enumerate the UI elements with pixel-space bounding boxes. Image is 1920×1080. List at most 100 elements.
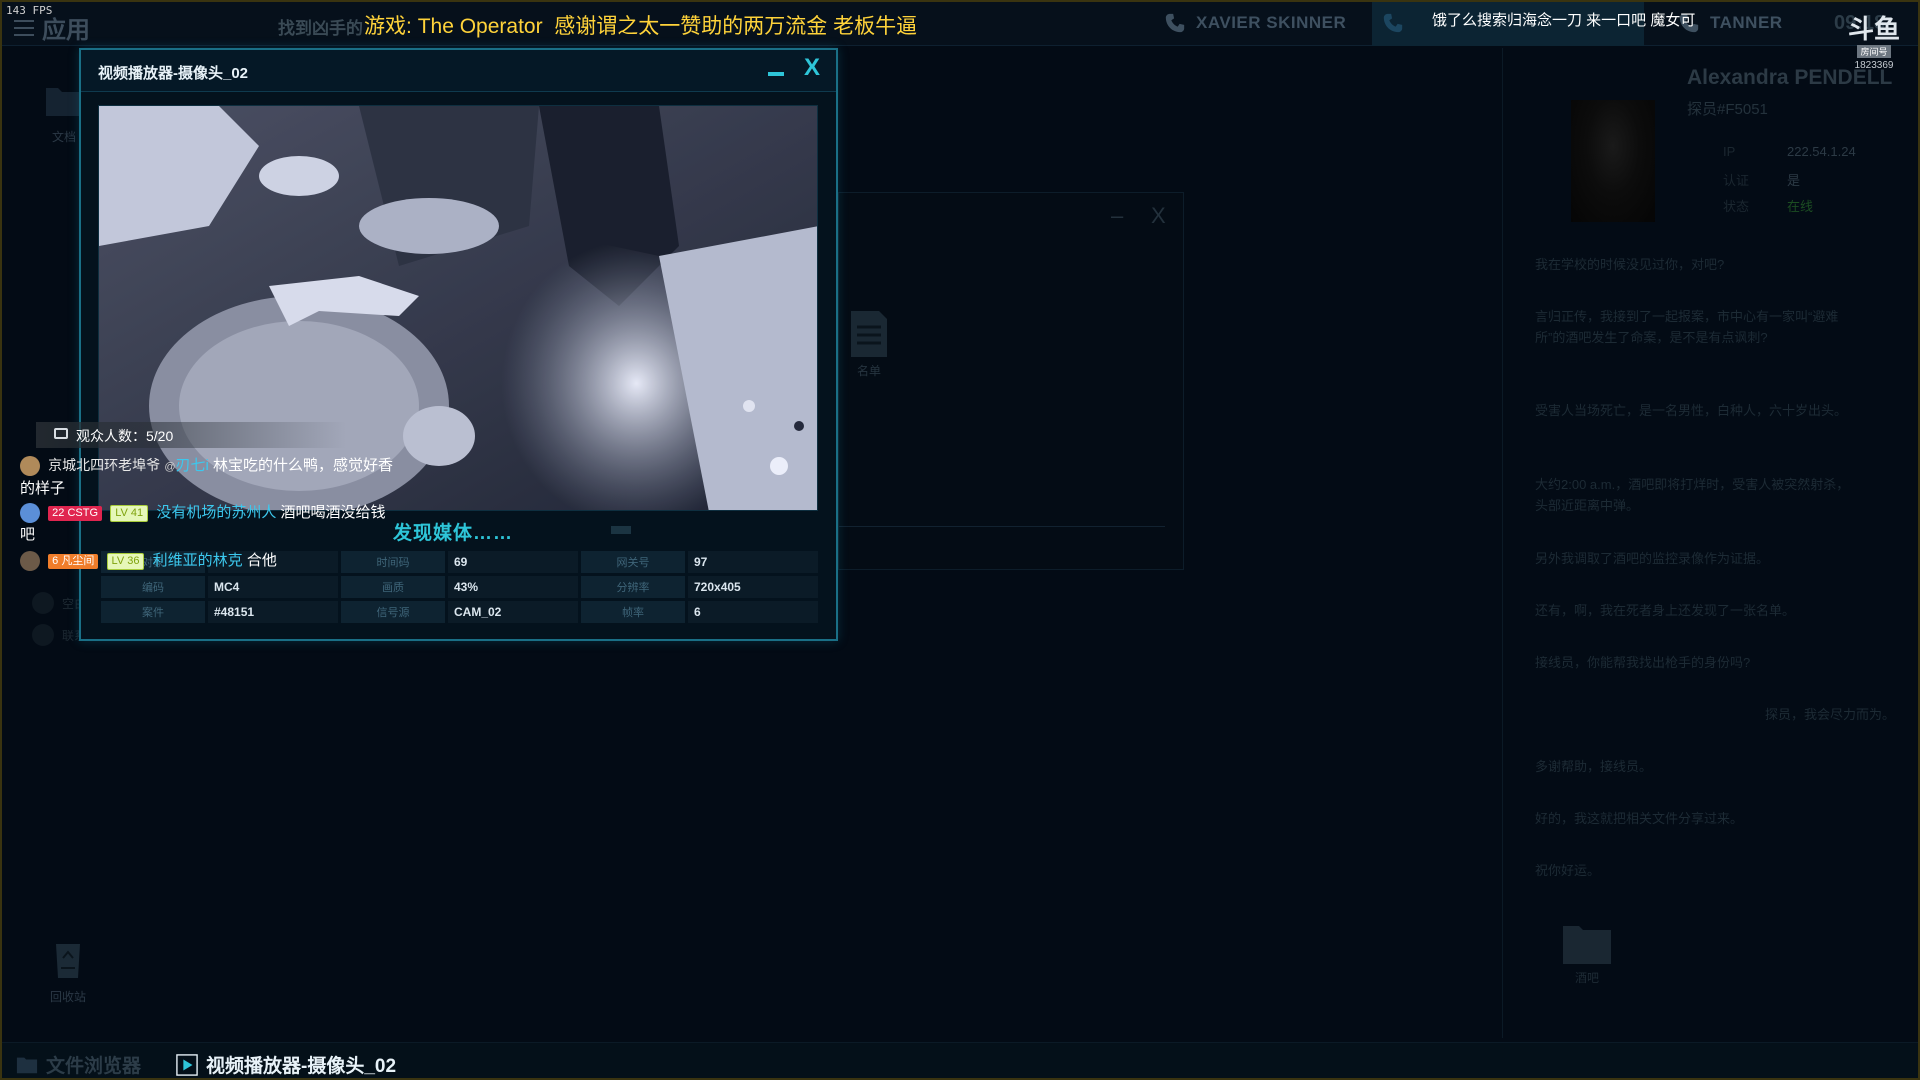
level-badge: LV 36 (106, 552, 145, 570)
phone-icon (1382, 12, 1404, 34)
info-key: 信号源 (341, 601, 445, 623)
info-value: 43% (448, 576, 578, 598)
taskbar-item-video-player[interactable]: 视频播放器-摄像头_02 (176, 1051, 396, 1078)
minimize-button[interactable] (766, 56, 790, 84)
fan-badge-name: 凡尘间 (61, 554, 95, 567)
chat-message: 祝你好运。 (1535, 863, 1601, 878)
field-value: 在线 (1787, 199, 1814, 214)
hamburger-icon (14, 19, 34, 36)
info-value: 720x405 (688, 576, 818, 598)
recycle-bin-icon (46, 938, 90, 982)
taskbar-label: 视频播放器-摄像头_02 (206, 1056, 397, 1077)
window-title: 视频播放器-摄像头_02 (98, 65, 249, 82)
info-key: 网关号 (581, 551, 685, 573)
profile-field: 认证 是 (1723, 170, 1800, 189)
close-button[interactable]: X (804, 54, 820, 82)
info-value: 6 (688, 601, 818, 623)
marquee-game: The Operator (417, 15, 543, 38)
chat-message-self: 探员，我会尽力而为。 (1764, 707, 1895, 722)
avatar (20, 456, 40, 477)
divider (839, 526, 1165, 527)
contact-name: XAVIER SKINNER (1196, 13, 1347, 32)
background-window[interactable]: – X 名单 (838, 192, 1184, 570)
chat-message: 另外我调取了酒吧的监控录像作为证据。 (1535, 551, 1770, 566)
field-label: 认证 (1723, 173, 1750, 188)
avatar (20, 551, 40, 572)
viewer-count-text: 观众人数：5/20 (76, 428, 174, 444)
desktop-icon-recycle-bin[interactable]: 回收站 (42, 938, 94, 1005)
chat-username: 京城北四环老埠爷 (48, 457, 161, 473)
fan-badge: 6 凡尘间 (48, 553, 99, 569)
info-key: 画质 (341, 576, 445, 598)
play-icon (176, 1053, 198, 1076)
contact-id: 探员#F5051 (1687, 101, 1768, 118)
window-titlebar[interactable]: 视频播放器-摄像头_02 X (81, 50, 836, 92)
chat-message: 受害人当场死亡，是一名男性，白种人，六十岁出头。 (1535, 403, 1848, 418)
circle-icon (32, 624, 54, 646)
desktop-screen: 143 FPS 应用 找到凶手的 游戏: The Operator 感谢谓之太一… (0, 0, 1920, 1080)
shared-folder[interactable]: 酒吧 (1557, 918, 1617, 986)
circle-icon (32, 592, 54, 614)
chat-line: 京城北四环老埠爷 @刃七i 林宝吃的什么鸭，感觉好香的样子 (20, 454, 400, 500)
chat-message: 我在学校的时候没见过你，对吧? (1535, 257, 1725, 272)
minimize-icon (768, 72, 784, 76)
top-bar: 143 FPS 应用 找到凶手的 游戏: The Operator 感谢谓之太一… (2, 2, 1918, 71)
media-status: 发现媒体…… (393, 523, 514, 544)
file-item[interactable]: 名单 (839, 309, 899, 379)
info-row: 案件 #48151 信号源 CAM_02 帧率 6 (101, 601, 818, 623)
info-value: CAM_02 (448, 601, 578, 623)
field-label: IP (1723, 144, 1736, 159)
task-title: 找到凶手的 (278, 19, 363, 38)
info-key: 编码 (101, 576, 205, 598)
info-value: MC4 (208, 576, 338, 598)
avatar (1571, 100, 1655, 222)
chat-message: 大约2:00 a.m.，酒吧即将打烊时，受害人被突然射杀，头部近距离中弹。 (1535, 477, 1850, 513)
level-badge: LV 41 (110, 504, 149, 522)
field-label: 状态 (1723, 199, 1750, 214)
fan-badge: 22 CSTG (48, 505, 103, 521)
info-key: 案件 (101, 601, 205, 623)
phone-icon (1164, 12, 1186, 34)
field-value: 222.54.1.24 (1787, 144, 1856, 159)
marquee-message: 感谢谓之太一赞助的两万流金 老板牛逼 (554, 15, 918, 38)
status-progress (611, 526, 631, 534)
taskbar-label: 文件浏览器 (46, 1056, 142, 1077)
chat-text: 合他 (246, 552, 277, 569)
info-value: 69 (448, 551, 578, 573)
chat-message: 接线员，你能帮我找出枪手的身份吗? (1535, 655, 1751, 670)
folder-icon (16, 1057, 38, 1073)
at-icon: @ (164, 461, 176, 473)
chat-message: 多谢帮助，接线员。 (1535, 759, 1653, 774)
contact-name: TANNER (1710, 13, 1783, 32)
taskbar: 文件浏览器 视频播放器-摄像头_02 (2, 1042, 1918, 1078)
danmaku-scrolling: 饿了么搜索归海念一刀 来一口吧 魔女可 (1432, 12, 1696, 29)
chat-message: 好的，我这就把相关文件分享过来。 (1535, 811, 1744, 826)
info-value: #48151 (208, 601, 338, 623)
avatar (20, 503, 40, 524)
chat-username: 利维亚的林克 (152, 552, 243, 569)
taskbar-item-file-browser[interactable]: 文件浏览器 (16, 1051, 141, 1078)
chat-username: 没有机场的苏州人 (156, 504, 277, 521)
chat-mention: 刃七i (175, 457, 209, 474)
contact-panel: Alexandra PENDELL 探员#F5051 IP 222.54.1.2… (1502, 48, 1918, 1038)
viewer-count: 观众人数：5/20 (36, 422, 346, 448)
stream-marquee: 游戏: The Operator 感谢谓之太一赞助的两万流金 老板牛逼 (364, 10, 917, 40)
apps-label: 应用 (42, 17, 90, 44)
profile-field: IP 222.54.1.24 (1723, 144, 1856, 159)
minimize-button[interactable]: – (1111, 203, 1123, 229)
contact-name: Alexandra PENDELL (1687, 66, 1893, 89)
surveillance-image (99, 106, 817, 510)
info-key: 分辨率 (581, 576, 685, 598)
close-button[interactable]: X (1151, 203, 1166, 229)
contact-xavier[interactable]: XAVIER SKINNER (1164, 12, 1346, 34)
desktop-icon-label: 文档 (51, 130, 76, 144)
left-list-item[interactable]: 空白 (32, 592, 86, 614)
apps-menu-button[interactable]: 应用 (14, 10, 90, 45)
file-label: 名单 (856, 364, 881, 378)
chat-message: 言归正传，我接到了一起报案，市中心有一家叫“避难所”的酒吧发生了命案，是不是有点… (1535, 309, 1839, 345)
chat-line: 22 CSTG LV 41 没有机场的苏州人 酒吧喝酒没给钱吧 (20, 502, 400, 546)
fan-level: 6 (52, 554, 59, 567)
tv-icon (54, 428, 68, 439)
camera-feed (98, 105, 818, 511)
info-row: 编码 MC4 画质 43% 分辨率 720x405 (101, 576, 818, 598)
